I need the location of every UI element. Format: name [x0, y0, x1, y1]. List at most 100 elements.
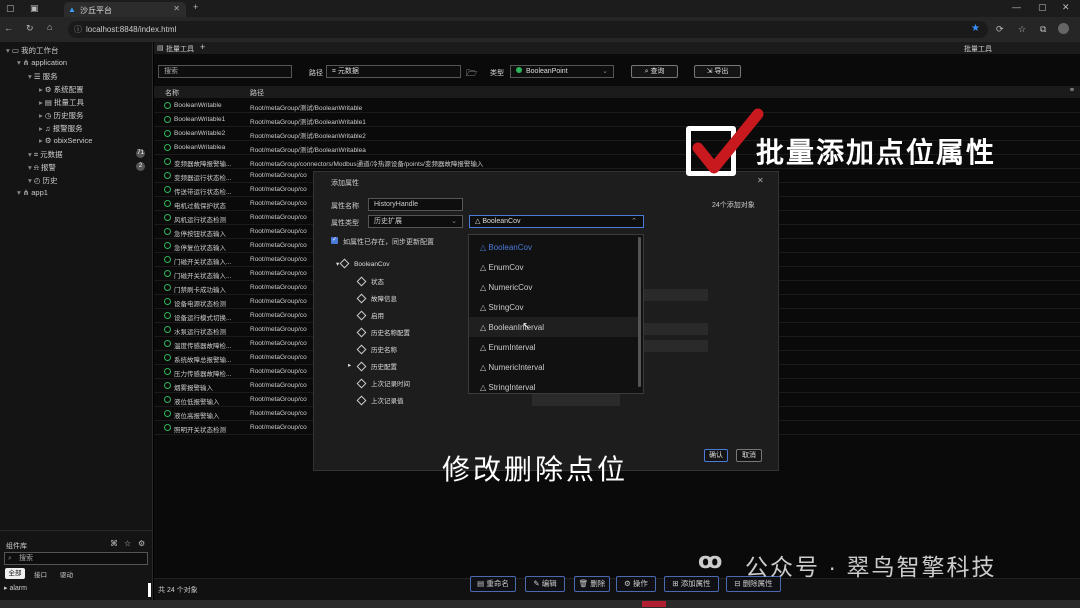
point-name: 门磁开关状态输入... — [174, 259, 232, 266]
point-name: 急停复位状态输入 — [174, 245, 226, 252]
sync-checkbox[interactable]: ✓ — [331, 237, 338, 244]
tree-node[interactable]: ▸ 历史配置 — [348, 361, 397, 372]
class-option[interactable]: △ StringCov — [469, 297, 641, 317]
sidebar-item[interactable]: ▸ ♫ 报警服务 — [0, 123, 83, 136]
tree-root[interactable]: ▾ BooleanCov — [336, 258, 390, 269]
taskbar-app[interactable] — [642, 601, 666, 607]
tree-node[interactable]: 故障信息 — [356, 293, 397, 304]
table-row[interactable]: BooleanWritable Root/metaGroup/测试/Boolean… — [154, 99, 1080, 113]
server-icon: ☰ — [33, 72, 43, 81]
class-option[interactable]: △ StringInterval — [469, 377, 641, 397]
tree-node[interactable]: 历史名称配置 — [356, 327, 410, 338]
status-icon — [164, 340, 171, 347]
property-name-input[interactable]: HistoryHandle — [368, 198, 463, 211]
dropdown-scrollbar[interactable] — [638, 237, 641, 387]
search-input[interactable]: 搜索 — [158, 65, 292, 78]
property-name-value: HistoryHandle — [374, 201, 418, 208]
class-option[interactable]: △ NumericInterval — [469, 357, 641, 377]
class-select[interactable]: △ BooleanCov ⌃ — [469, 215, 644, 228]
status-icon — [164, 270, 171, 277]
cancel-button[interactable]: 取消 — [736, 449, 762, 462]
class-option[interactable]: △ EnumInterval — [469, 337, 641, 357]
palette-tab-driver[interactable]: 驱动 — [60, 569, 73, 579]
back-icon[interactable]: ← — [4, 23, 13, 33]
video-subtitle: 修改删除点位 — [442, 454, 629, 485]
chevron-right-icon[interactable]: ▸ — [348, 361, 351, 369]
path-input[interactable]: ⌗ 元数据 — [326, 65, 461, 78]
export-button[interactable]: ⇲ 导出 — [694, 65, 741, 78]
sidebar-item[interactable]: ▾ ◴ 历史 — [0, 175, 58, 188]
palette-search-input[interactable]: ⌕ 搜索 — [4, 552, 148, 565]
point-path: Root/metaGroup/测试/BooleanWritable1 — [250, 119, 366, 126]
point-name: 急停按钮状态输入 — [174, 231, 226, 238]
confirm-button[interactable]: 确认 — [704, 449, 728, 462]
reload-icon[interactable]: ↻ — [26, 23, 34, 34]
point-name: BooleanWritable1 — [174, 116, 226, 123]
add-tab-icon[interactable]: + — [200, 42, 205, 52]
column-path-header[interactable]: 路径 — [250, 88, 264, 98]
new-tab-icon[interactable]: + — [193, 2, 198, 12]
url-field[interactable]: ⓘ localhost:8848/index.html ★ — [68, 21, 988, 38]
sidebar-item[interactable]: ▾ ☰ 服务 — [0, 71, 58, 84]
tab-batch-tool[interactable]: 批量工具 — [166, 44, 194, 54]
collections-icon[interactable]: ⧉ — [1040, 24, 1046, 35]
sidebar-item[interactable]: ▾ ⋔ application — [0, 58, 67, 71]
palette-tab-all[interactable]: 全部 — [5, 568, 25, 579]
bell-icon: ⍾ — [33, 163, 41, 172]
class-option[interactable]: △ BooleanInterval — [469, 317, 641, 337]
sidebar-item[interactable]: ▸ ▤ 批量工具 — [0, 97, 84, 110]
sidebar-item[interactable]: ▸ ◷ 历史服务 — [0, 110, 84, 123]
folder-icon[interactable]: 🗁 — [466, 66, 477, 82]
favorite-star-icon[interactable]: ★ — [971, 23, 980, 34]
sidebar-item[interactable]: ▸ ⚙ obixService — [0, 136, 92, 149]
sidebar-item[interactable]: ▾ ⋔ app1 — [0, 188, 48, 201]
table-row[interactable]: BooleanWritable1 Root/metaGroup/测试/Boolea… — [154, 113, 1080, 127]
star-icon[interactable]: ☆ — [124, 539, 131, 548]
column-name-header[interactable]: 名称 — [165, 88, 179, 98]
sidebar-item[interactable]: ▾ ⌗ 元数据 71 — [0, 149, 153, 162]
tab-list-icon[interactable]: ▣ — [30, 3, 39, 14]
add-property-button[interactable]: ⊞ 添加属性 — [664, 576, 719, 592]
palette-tab-interface[interactable]: 接口 — [34, 569, 47, 579]
close-window-icon[interactable]: ✕ — [1062, 2, 1070, 13]
tree-node[interactable]: 状态 — [356, 276, 384, 287]
query-button[interactable]: ⌕ 查询 — [631, 65, 678, 78]
node-icon — [356, 310, 367, 321]
class-option[interactable]: △ EnumCov — [469, 257, 641, 277]
edit-button[interactable]: ✎ 编辑 — [525, 576, 565, 592]
rename-button[interactable]: ▤ 重命名 — [470, 576, 516, 592]
browser-tab[interactable]: ▲ 沙丘平台 ✕ — [64, 2, 186, 17]
sidebar-item[interactable]: ▾ ⍾ 报警 2 — [0, 162, 153, 175]
sidebar-item[interactable]: ▸ ⚙ 系统配置 — [0, 84, 84, 97]
delete-button[interactable]: 🗑 删除 — [574, 576, 610, 592]
settings-icon[interactable]: ⚙ — [138, 539, 145, 548]
sidebar-item[interactable]: ▾ ▭ 我的工作台 — [0, 45, 59, 58]
maximize-icon[interactable]: ▢ — [1038, 2, 1047, 13]
wechat-icon: ꝏ — [698, 548, 723, 573]
home-icon[interactable]: ⌂ — [47, 22, 52, 32]
status-icon — [164, 172, 171, 179]
operate-button[interactable]: ⚙ 操作 — [616, 576, 656, 592]
close-tab-icon[interactable]: ✕ — [173, 4, 180, 13]
node-icon — [356, 276, 367, 287]
profile-avatar[interactable] — [1058, 23, 1069, 34]
minimize-icon[interactable]: — — [1012, 2, 1021, 12]
tree-node[interactable]: 上次记录值 — [356, 395, 404, 406]
favorites-icon[interactable]: ☆ — [1018, 24, 1026, 35]
palette-item-alarm[interactable]: ▸ alarm — [4, 584, 27, 592]
sidebar-item-label: 历史 — [42, 176, 58, 185]
extension-icon[interactable]: ⟳ — [996, 24, 1004, 35]
type-select[interactable]: BooleanPoint ⌄ — [510, 65, 614, 78]
tree-node[interactable]: 历史名称 — [356, 344, 397, 355]
class-option-label: BooleanInterval — [488, 323, 544, 332]
class-option[interactable]: △ BooleanCov — [469, 237, 641, 257]
point-name: 风机运行状态检测 — [174, 217, 226, 224]
columns-menu-icon[interactable]: ≡ — [1070, 87, 1074, 94]
tree-toggle-icon[interactable]: ⌘ — [110, 539, 118, 548]
point-path: Root/metaGroup/co — [250, 200, 307, 207]
tree-node[interactable]: 上次记录时间 — [356, 378, 410, 389]
tree-node[interactable]: 启用 — [356, 310, 384, 321]
property-type-select[interactable]: 历史扩展 ⌄ — [368, 215, 463, 228]
class-option[interactable]: △ NumericCov — [469, 277, 641, 297]
window-icon[interactable]: ▢ — [6, 3, 15, 14]
